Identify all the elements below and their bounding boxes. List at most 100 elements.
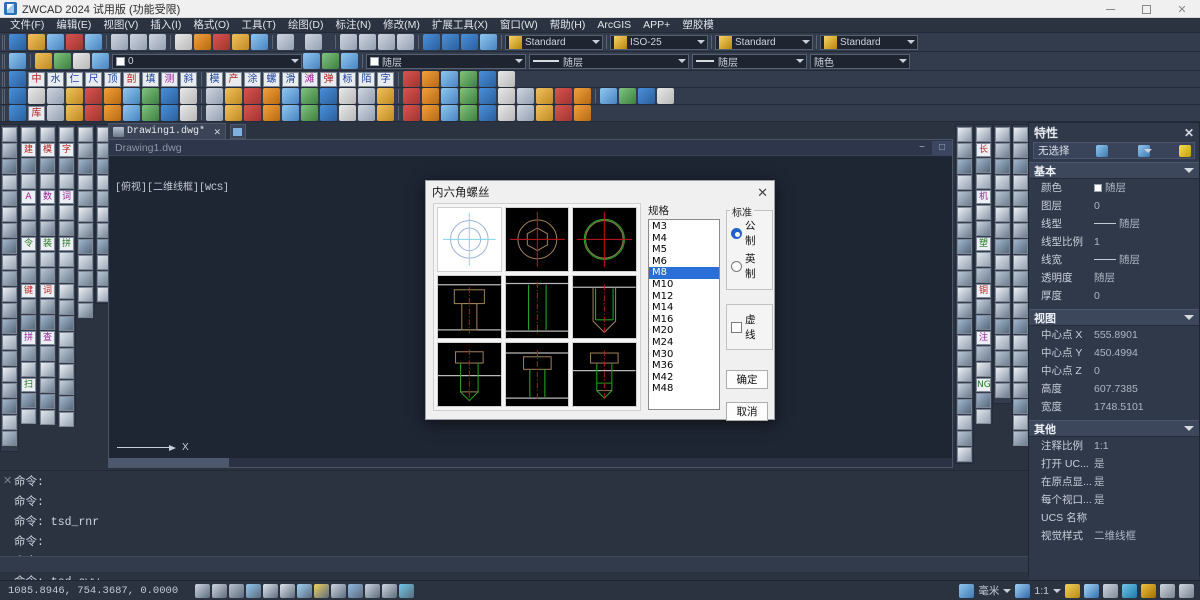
tool-icon-vtb8-9[interactable] xyxy=(976,268,991,283)
new-file-icon[interactable] xyxy=(9,34,26,50)
annotation-scale-icon[interactable] xyxy=(1015,583,1031,598)
tool-icon-vtb2-3[interactable] xyxy=(21,174,36,189)
viewport-label[interactable]: [俯视][二维线框][WCS] xyxy=(115,178,229,194)
menu-item-12[interactable]: ArcGIS xyxy=(591,18,637,33)
spec-list-item[interactable]: M14 xyxy=(649,302,719,314)
selection-dropdown[interactable]: 无选择 xyxy=(1033,142,1195,159)
tool-icon-vtb7-7[interactable] xyxy=(957,239,972,254)
tool-icon-vtb3-2[interactable] xyxy=(40,158,55,173)
property-row[interactable]: 在原点显... 是 xyxy=(1029,473,1199,491)
layer-previous-icon[interactable] xyxy=(303,53,320,69)
thumbnail-front-view-cap-cone[interactable] xyxy=(437,342,502,407)
tool-icon-vtb2-14[interactable] xyxy=(21,346,36,361)
print-icon[interactable] xyxy=(111,34,128,50)
spec-list-item[interactable]: M5 xyxy=(649,244,719,256)
tool-icon-模[interactable]: 模 xyxy=(40,143,55,157)
settings-gear-icon[interactable] xyxy=(1122,583,1137,598)
plot-icon[interactable] xyxy=(149,34,166,50)
spec-list-item[interactable]: M6 xyxy=(649,256,719,268)
tool-icon-vtb1-9[interactable] xyxy=(2,271,17,286)
undo-icon[interactable] xyxy=(277,34,294,50)
close-button[interactable]: ✕ xyxy=(1164,0,1200,18)
open-file-icon[interactable] xyxy=(28,34,45,50)
tool-icon-vtb7-16[interactable] xyxy=(957,383,972,398)
tool-icon-vtb7-14[interactable] xyxy=(957,351,972,366)
tool-icon-vtb7-13[interactable] xyxy=(957,335,972,350)
tool-icon-顶[interactable]: 顶 xyxy=(104,71,121,87)
tool-icon-vtb1-7[interactable] xyxy=(2,239,17,254)
tool-icon-tbr4-8[interactable] xyxy=(161,88,178,104)
tool-icon-tbr4-10[interactable] xyxy=(206,88,223,104)
hardware-accel-icon[interactable] xyxy=(1141,583,1156,598)
tool-icon-vtb2-12[interactable] xyxy=(21,315,36,330)
property-section-其他[interactable]: 其他 xyxy=(1029,420,1199,437)
tool-palette-icon[interactable] xyxy=(461,34,478,50)
tool-icon-vtb4-3[interactable] xyxy=(59,174,74,189)
tool-icon-vtb3-14[interactable] xyxy=(40,346,55,361)
toolbar-grip[interactable] xyxy=(2,88,6,104)
tool-icon-vtb10-1[interactable] xyxy=(1013,143,1028,158)
tool-icon-tbr5-12[interactable] xyxy=(244,105,261,121)
print-preview-icon[interactable] xyxy=(130,34,147,50)
tool-icon-tbr5-3[interactable] xyxy=(66,105,83,121)
property-value-cell[interactable]: 是 xyxy=(1091,492,1199,507)
thumbnail-front-view-set-screw[interactable] xyxy=(504,274,570,340)
tool-icon-vtb7-19[interactable] xyxy=(957,431,972,446)
thumbnail-top-view-blueprint[interactable] xyxy=(437,207,502,272)
polar-tracking-icon[interactable] xyxy=(246,583,261,598)
minimize-button[interactable] xyxy=(1092,0,1128,18)
tool-icon-拼[interactable]: 拼 xyxy=(21,331,36,345)
tool-icon-滑[interactable]: 滑 xyxy=(282,71,299,87)
tool-icon-vtb3-5[interactable] xyxy=(40,205,55,220)
property-value-cell[interactable]: 1748.5101 xyxy=(1091,401,1199,413)
tool-icon-vtb1-1[interactable] xyxy=(2,143,17,158)
toolbar-grip[interactable] xyxy=(2,34,6,50)
tool-icon-查[interactable]: 查 xyxy=(40,331,55,345)
tool-icon-令[interactable]: 令 xyxy=(21,237,36,251)
tool-icon-vtb8-11[interactable] xyxy=(976,299,991,314)
menu-item-9[interactable]: 扩展工具(X) xyxy=(426,18,494,33)
redo-icon[interactable] xyxy=(305,34,322,50)
spec-list-item[interactable]: M12 xyxy=(649,291,719,303)
tool-icon-tbr5-6[interactable] xyxy=(123,105,140,121)
radio-metric[interactable]: 公 制 xyxy=(731,218,768,248)
tool-icon-测[interactable]: 测 xyxy=(161,71,178,87)
menu-item-4[interactable]: 格式(O) xyxy=(187,18,235,33)
tool-icon-tbr4-7[interactable] xyxy=(142,88,159,104)
thumbnail-front-view-cap-full[interactable] xyxy=(504,342,570,407)
tool-icon-vtb9-11[interactable] xyxy=(995,303,1010,318)
tool-icon-vtb8-14[interactable] xyxy=(976,346,991,361)
layer-manager-icon[interactable] xyxy=(9,53,26,69)
property-value-cell[interactable]: 450.4994 xyxy=(1091,347,1199,359)
spec-list-item[interactable]: M3 xyxy=(649,221,719,233)
grid-icon[interactable] xyxy=(195,583,210,598)
tool-icon-tbr5-29[interactable] xyxy=(574,105,591,121)
tool-icon-vtb3-16[interactable] xyxy=(40,378,55,393)
property-row[interactable]: 厚度 0 xyxy=(1029,287,1199,305)
spec-list-item[interactable]: M36 xyxy=(649,360,719,372)
tool-icon-tbr5-8[interactable] xyxy=(161,105,178,121)
toolbar-grip[interactable] xyxy=(2,105,6,121)
tool-icon-vtb2-2[interactable] xyxy=(21,158,36,173)
toolbar-grip[interactable] xyxy=(2,71,6,87)
tool-icon-tbr4-12[interactable] xyxy=(244,88,261,104)
property-value-cell[interactable]: 随层 xyxy=(1091,252,1199,267)
tool-icon-tbr5-11[interactable] xyxy=(225,105,242,121)
tool-icon-vtb4-15[interactable] xyxy=(59,364,74,379)
property-value-cell[interactable]: 随层 xyxy=(1091,216,1199,231)
tool-icon-vtb7-9[interactable] xyxy=(957,271,972,286)
menu-item-8[interactable]: 修改(M) xyxy=(377,18,426,33)
tool-icon-vtb4-8[interactable] xyxy=(59,252,74,267)
thumbnail-top-view-round-head[interactable] xyxy=(572,207,637,272)
tool-icon-vtb2-17[interactable] xyxy=(21,393,36,408)
tool-icon-vtb3-17[interactable] xyxy=(40,394,55,409)
tool-icon-剖[interactable]: 剖 xyxy=(123,71,140,87)
tool-icon-vtb7-18[interactable] xyxy=(957,415,972,430)
drawing-maximize-button[interactable]: □ xyxy=(932,140,952,155)
tool-icon-模[interactable]: 模 xyxy=(206,71,223,87)
tool-icon-vtb10-18[interactable] xyxy=(1013,415,1028,430)
command-input[interactable] xyxy=(0,556,1028,572)
tool-icon-tbr4-5[interactable] xyxy=(104,88,121,104)
tool-icon-仁[interactable]: 仁 xyxy=(66,71,83,87)
tool-icon-vtb1-0[interactable] xyxy=(2,127,17,142)
